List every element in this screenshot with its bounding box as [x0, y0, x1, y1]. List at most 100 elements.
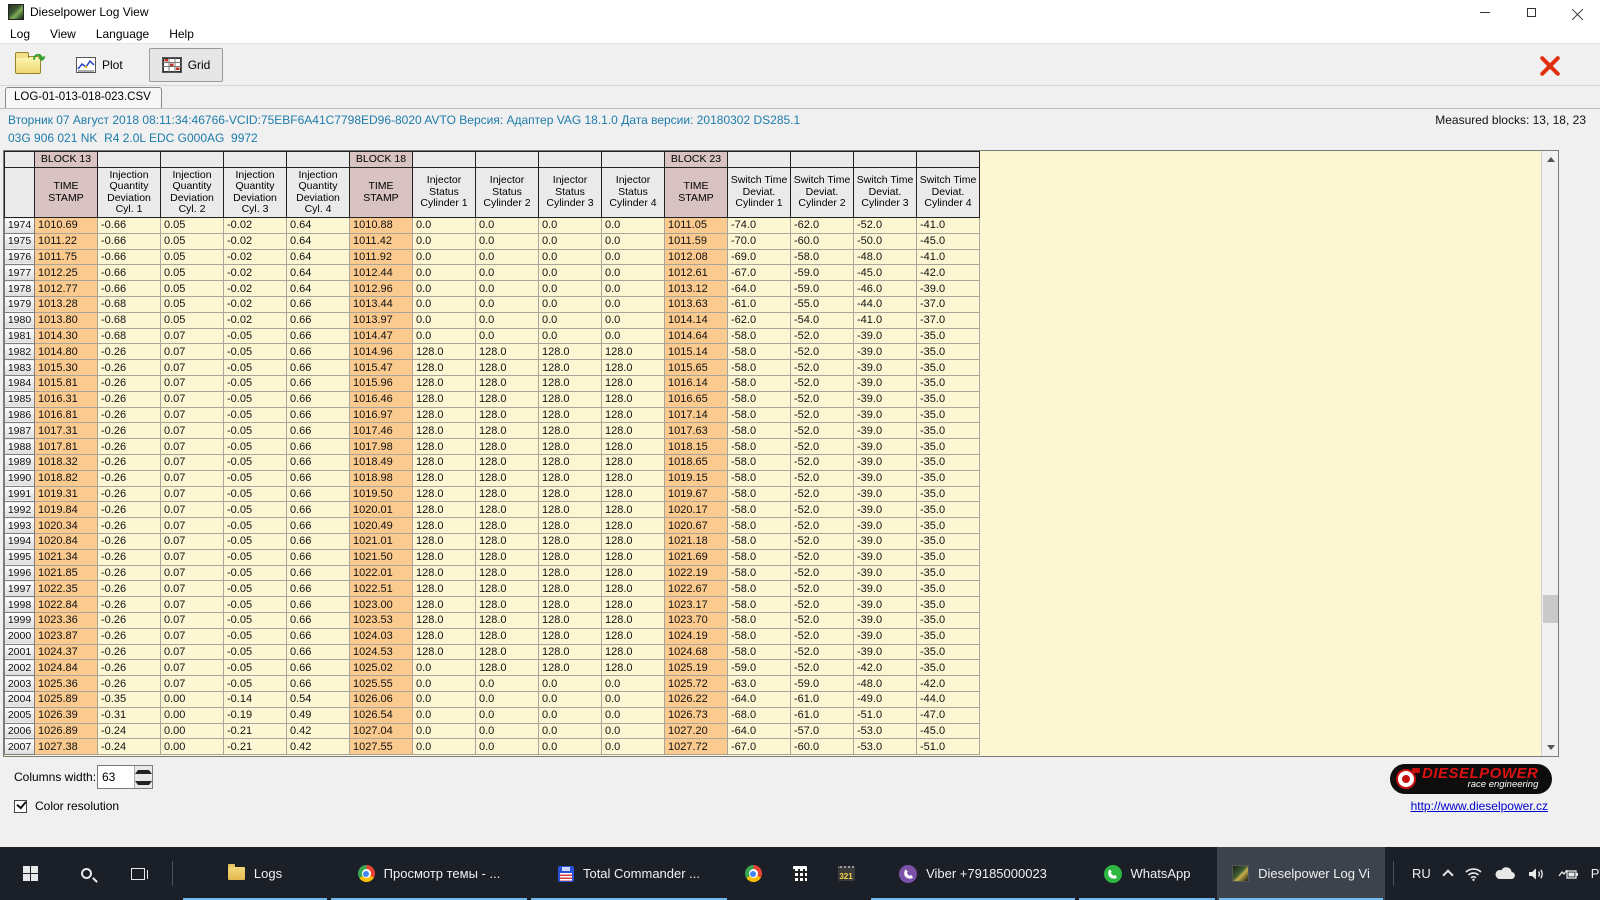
value-cell[interactable]: 0.0: [602, 233, 665, 249]
timestamp-cell[interactable]: 1025.89: [35, 691, 98, 707]
timestamp-cell[interactable]: 1013.97: [350, 312, 413, 328]
value-cell[interactable]: -35.0: [917, 486, 980, 502]
value-cell[interactable]: 0.0: [539, 676, 602, 692]
value-cell[interactable]: 0.0: [539, 218, 602, 234]
value-cell[interactable]: -0.26: [98, 423, 161, 439]
value-cell[interactable]: -0.68: [98, 296, 161, 312]
value-cell[interactable]: -52.0: [791, 533, 854, 549]
value-cell[interactable]: -53.0: [854, 739, 917, 755]
value-cell[interactable]: -39.0: [917, 281, 980, 297]
value-cell[interactable]: 128.0: [602, 533, 665, 549]
value-cell[interactable]: -0.05: [224, 660, 287, 676]
value-cell[interactable]: -0.26: [98, 391, 161, 407]
value-cell[interactable]: -35.0: [917, 423, 980, 439]
timestamp-cell[interactable]: 1026.06: [350, 691, 413, 707]
value-cell[interactable]: 0.0: [539, 296, 602, 312]
value-cell[interactable]: 0.00: [161, 691, 224, 707]
value-cell[interactable]: 0.66: [287, 454, 350, 470]
value-cell[interactable]: -35.0: [917, 565, 980, 581]
timestamp-cell[interactable]: 1026.39: [35, 707, 98, 723]
timestamp-cell[interactable]: 1017.46: [350, 423, 413, 439]
value-cell[interactable]: -0.05: [224, 612, 287, 628]
timestamp-cell[interactable]: 1020.67: [665, 518, 728, 534]
value-cell[interactable]: 128.0: [539, 344, 602, 360]
value-cell[interactable]: 0.66: [287, 407, 350, 423]
value-cell[interactable]: 0.07: [161, 423, 224, 439]
columns-width-value[interactable]: 63: [98, 766, 134, 788]
value-cell[interactable]: -64.0: [728, 691, 791, 707]
value-cell[interactable]: -55.0: [791, 296, 854, 312]
timestamp-cell[interactable]: 1015.14: [665, 344, 728, 360]
value-cell[interactable]: 128.0: [476, 391, 539, 407]
value-cell[interactable]: 128.0: [476, 439, 539, 455]
value-cell[interactable]: -37.0: [917, 312, 980, 328]
value-cell[interactable]: -0.05: [224, 486, 287, 502]
value-cell[interactable]: -0.26: [98, 597, 161, 613]
value-cell[interactable]: 0.05: [161, 312, 224, 328]
value-cell[interactable]: -0.26: [98, 549, 161, 565]
row-number[interactable]: 1984: [5, 375, 35, 391]
value-cell[interactable]: 128.0: [413, 612, 476, 628]
value-cell[interactable]: 128.0: [476, 565, 539, 581]
row-number[interactable]: 1990: [5, 470, 35, 486]
value-cell[interactable]: 128.0: [476, 407, 539, 423]
value-cell[interactable]: 128.0: [602, 423, 665, 439]
value-cell[interactable]: 128.0: [539, 423, 602, 439]
row-number[interactable]: 1988: [5, 439, 35, 455]
value-cell[interactable]: 0.66: [287, 676, 350, 692]
start-button[interactable]: [0, 847, 60, 900]
timestamp-cell[interactable]: 1025.02: [350, 660, 413, 676]
value-cell[interactable]: -52.0: [791, 423, 854, 439]
value-cell[interactable]: 0.64: [287, 265, 350, 281]
value-cell[interactable]: 0.66: [287, 344, 350, 360]
value-cell[interactable]: 128.0: [539, 660, 602, 676]
value-cell[interactable]: -52.0: [791, 454, 854, 470]
taskbar-media-player[interactable]: 321: [823, 847, 869, 900]
row-number[interactable]: 1994: [5, 533, 35, 549]
value-cell[interactable]: 0.0: [602, 676, 665, 692]
timestamp-cell[interactable]: 1027.72: [665, 739, 728, 755]
value-cell[interactable]: -51.0: [917, 739, 980, 755]
timestamp-cell[interactable]: 1014.30: [35, 328, 98, 344]
value-cell[interactable]: -35.0: [917, 470, 980, 486]
value-cell[interactable]: 0.0: [413, 328, 476, 344]
value-cell[interactable]: -35.0: [917, 597, 980, 613]
value-cell[interactable]: 0.66: [287, 502, 350, 518]
tab-csv-file[interactable]: LOG-01-013-018-023.CSV: [5, 87, 162, 108]
value-cell[interactable]: -35.0: [917, 502, 980, 518]
value-cell[interactable]: 0.07: [161, 628, 224, 644]
plot-button[interactable]: Plot: [64, 48, 135, 82]
timestamp-cell[interactable]: 1026.89: [35, 723, 98, 739]
row-number[interactable]: 1985: [5, 391, 35, 407]
value-cell[interactable]: -48.0: [854, 249, 917, 265]
value-cell[interactable]: 0.66: [287, 328, 350, 344]
value-cell[interactable]: -52.0: [791, 486, 854, 502]
timestamp-cell[interactable]: 1024.68: [665, 644, 728, 660]
value-cell[interactable]: -0.02: [224, 249, 287, 265]
taskbar-calculator[interactable]: [777, 847, 823, 900]
value-cell[interactable]: -63.0: [728, 676, 791, 692]
value-cell[interactable]: 128.0: [602, 549, 665, 565]
value-cell[interactable]: 0.05: [161, 281, 224, 297]
value-cell[interactable]: 0.66: [287, 644, 350, 660]
value-cell[interactable]: 128.0: [539, 533, 602, 549]
timestamp-cell[interactable]: 1023.17: [665, 597, 728, 613]
value-cell[interactable]: 128.0: [413, 502, 476, 518]
timestamp-cell[interactable]: 1027.04: [350, 723, 413, 739]
value-cell[interactable]: 128.0: [602, 597, 665, 613]
value-cell[interactable]: -35.0: [917, 644, 980, 660]
value-cell[interactable]: -52.0: [854, 218, 917, 234]
value-cell[interactable]: -58.0: [728, 518, 791, 534]
timestamp-cell[interactable]: 1015.96: [350, 375, 413, 391]
value-cell[interactable]: -0.05: [224, 565, 287, 581]
timestamp-cell[interactable]: 1018.65: [665, 454, 728, 470]
value-cell[interactable]: 0.66: [287, 518, 350, 534]
timestamp-cell[interactable]: 1024.84: [35, 660, 98, 676]
row-number[interactable]: 1995: [5, 549, 35, 565]
timestamp-cell[interactable]: 1021.69: [665, 549, 728, 565]
value-cell[interactable]: 0.66: [287, 296, 350, 312]
value-cell[interactable]: 128.0: [539, 549, 602, 565]
value-cell[interactable]: -58.0: [728, 407, 791, 423]
value-cell[interactable]: 0.66: [287, 565, 350, 581]
value-cell[interactable]: -0.05: [224, 407, 287, 423]
